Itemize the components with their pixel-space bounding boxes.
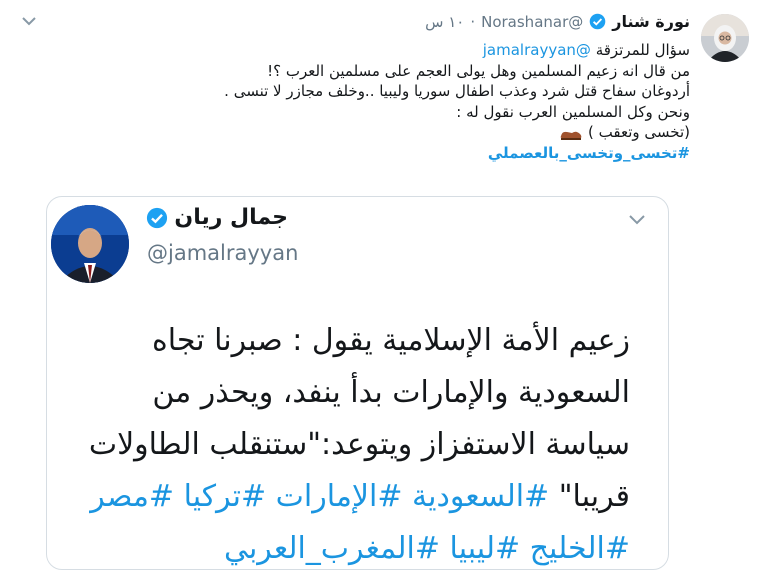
quoted-text-line: زعيم الأمة الإسلامية يقول : صبرنا تجاه [152, 323, 630, 358]
tweet-text-line: من قال انه زعيم المسلمين وهل يولى العجم … [267, 61, 690, 80]
hashtag-link[interactable]: #تخسى_وتخسى_بالعصملي [70, 143, 690, 164]
mention-link[interactable]: @jamalrayyan [483, 41, 591, 59]
separator-dot: · [470, 12, 476, 31]
author-handle[interactable]: @Norashanar [481, 13, 583, 31]
tweet-header: نورة شنار @Norashanar · ١٠ س [425, 12, 690, 31]
quoted-text-line: سياسة الاستفزاز ويتوعد:"ستنقلب الطاولات [88, 427, 630, 462]
quoted-author-row: جمال ريان [146, 205, 288, 230]
tweet-timestamp[interactable]: ١٠ س [425, 13, 464, 31]
quoted-author-name[interactable]: جمال ريان [174, 205, 288, 230]
quoted-author-handle[interactable]: @jamalrayyan [147, 241, 298, 265]
verified-badge-icon [146, 207, 168, 229]
tweet-text-line: أردوغان سفاح قتل شرد وعذب اطفال سوريا ول… [224, 82, 690, 100]
shoe-emoji-icon [559, 126, 583, 140]
reply-line: سؤال للمرتزقة @jamalrayyan [70, 40, 690, 61]
tweet-body: سؤال للمرتزقة @jamalrayyan من قال انه زع… [70, 40, 690, 163]
quoted-author-avatar[interactable] [51, 205, 129, 283]
tweet-last-line-text: (تخسى وتعقب ) [588, 123, 690, 141]
quoted-text-line: قريبا" #السعودية #الإمارات #تركيا #مصر [70, 471, 630, 523]
author-name[interactable]: نورة شنار [612, 12, 690, 31]
quoted-menu-chevron-icon[interactable] [627, 212, 647, 226]
quoted-tweet-card[interactable]: جمال ريان @jamalrayyan زعيم الأمة الإسلا… [46, 196, 669, 570]
quoted-tweet-text: زعيم الأمة الإسلامية يقول : صبرنا تجاه ا… [70, 315, 630, 569]
quoted-text-line: السعودية والإمارات بدأ ينفد، ويحذر من [152, 375, 630, 410]
hashtag-link[interactable]: #السعودية #الإمارات #تركيا #مصر [90, 479, 549, 514]
quoted-text-fragment: قريبا" [558, 479, 630, 514]
author-avatar[interactable] [701, 14, 749, 62]
reply-prefix: سؤال للمرتزقة [595, 41, 690, 59]
tweet-text-line: ونحن وكل المسلمين العرب نقول له : [456, 102, 690, 121]
tweet-menu-chevron-icon[interactable] [20, 14, 38, 28]
hashtag-link[interactable]: #الخليج #ليبيا #المغرب_العربي [70, 523, 630, 569]
verified-badge-icon [589, 13, 606, 30]
tweet-text-line-last: (تخسى وتعقب ) [70, 122, 690, 143]
